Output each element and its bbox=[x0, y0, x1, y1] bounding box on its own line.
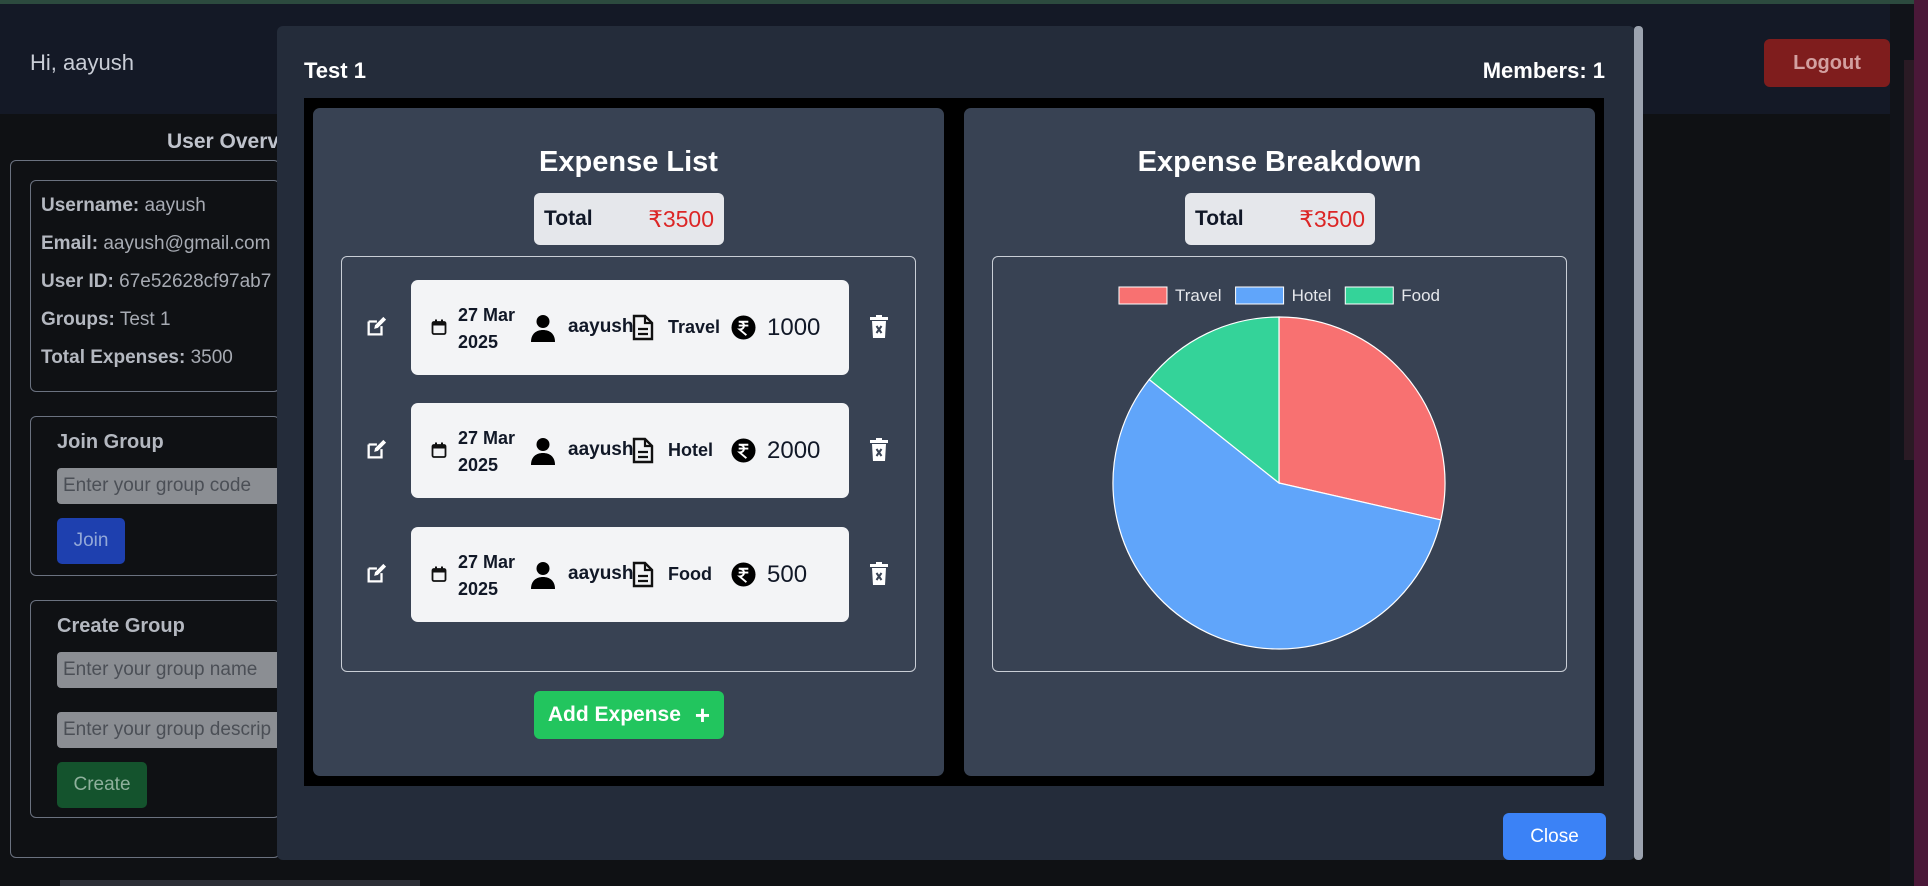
pie-chart-frame: Travel Hotel Food bbox=[992, 256, 1567, 672]
rupee-icon bbox=[731, 562, 756, 587]
join-group-title: Join Group bbox=[57, 431, 164, 453]
expense-date: 27 Mar 2025 bbox=[458, 428, 516, 475]
add-expense-label: Add Expense bbox=[547, 703, 681, 726]
total-label: Total bbox=[544, 207, 593, 230]
create-group-title: Create Group bbox=[57, 615, 185, 637]
expense-card: 27 Mar 2025 aayush Food 500 bbox=[411, 527, 849, 622]
edit-icon[interactable] bbox=[365, 563, 387, 585]
delete-icon[interactable] bbox=[869, 562, 889, 586]
expense-breakdown-panel: Expense Breakdown Total ₹3500 Travel Hote… bbox=[964, 108, 1595, 776]
expense-list-total: Total ₹3500 bbox=[534, 193, 724, 245]
add-expense-button[interactable]: Add Expense + bbox=[534, 691, 724, 739]
modal-scrollbar[interactable] bbox=[1634, 26, 1643, 860]
expense-list-title: Expense List bbox=[539, 146, 718, 178]
group-name-input[interactable] bbox=[57, 652, 279, 688]
legend-swatch-travel[interactable] bbox=[1118, 286, 1168, 305]
side-decoration-inner bbox=[1904, 60, 1914, 460]
user-info-box: Username: aayush Email: aayush@gmail.com… bbox=[30, 180, 280, 392]
rupee-icon bbox=[731, 315, 756, 340]
expense-date: 27 Mar 2025 bbox=[458, 305, 516, 352]
legend-swatch-hotel[interactable] bbox=[1235, 286, 1285, 305]
user-overview-title: User Overv bbox=[167, 130, 280, 153]
calendar-icon bbox=[431, 442, 447, 458]
expense-category: Travel bbox=[668, 317, 721, 337]
group-code-input[interactable] bbox=[57, 468, 279, 504]
group-description-input[interactable] bbox=[57, 712, 279, 748]
info-user-id: User ID: 67e52628cf97ab7 bbox=[41, 271, 272, 292]
expense-row: 27 Mar 2025 aayush Food 500 bbox=[342, 527, 915, 622]
total-value: ₹3500 bbox=[1299, 205, 1365, 232]
rupee-icon bbox=[731, 438, 756, 463]
join-button[interactable]: Join bbox=[57, 518, 125, 564]
join-group-card: Join Group Join bbox=[30, 416, 280, 576]
expense-list-frame: 27 Mar 2025 aayush Travel 1000 27 Mar 20… bbox=[341, 256, 916, 672]
expense-category: Food bbox=[668, 564, 712, 584]
legend-label-hotel[interactable]: Hotel bbox=[1292, 286, 1332, 305]
legend-label-food[interactable]: Food bbox=[1401, 286, 1440, 305]
calendar-icon bbox=[431, 319, 447, 335]
expense-date: 27 Mar 2025 bbox=[458, 552, 516, 599]
plus-icon: + bbox=[694, 700, 711, 730]
edit-icon[interactable] bbox=[365, 316, 387, 338]
bottom-scrollbar[interactable] bbox=[60, 880, 420, 886]
group-modal: Test 1 Members: 1 Expense List Total ₹35… bbox=[277, 26, 1635, 860]
expense-amount: 1000 bbox=[767, 314, 821, 341]
expense-amount: 500 bbox=[767, 561, 808, 588]
create-button[interactable]: Create bbox=[57, 762, 147, 808]
user-icon bbox=[531, 315, 555, 342]
side-decoration bbox=[1914, 0, 1928, 886]
breakdown-total: Total ₹3500 bbox=[1185, 193, 1375, 245]
info-username: Username: aayush bbox=[41, 195, 206, 216]
modal-group-name: Test 1 bbox=[304, 58, 366, 83]
edit-icon[interactable] bbox=[365, 439, 387, 461]
expense-user: aayush bbox=[568, 316, 634, 337]
close-button[interactable]: Close bbox=[1503, 813, 1606, 860]
info-groups: Groups: Test 1 bbox=[41, 309, 171, 330]
greeting-text: Hi, aayush bbox=[30, 50, 134, 75]
expense-user: aayush bbox=[568, 563, 634, 584]
calendar-icon bbox=[431, 566, 447, 582]
legend-label-travel[interactable]: Travel bbox=[1175, 286, 1222, 305]
logout-button[interactable]: Logout bbox=[1764, 39, 1890, 87]
document-icon bbox=[632, 314, 654, 341]
user-icon bbox=[531, 438, 555, 465]
expense-row: 27 Mar 2025 aayush Travel 1000 bbox=[342, 280, 915, 375]
user-icon bbox=[531, 562, 555, 589]
document-icon bbox=[632, 561, 654, 588]
expense-breakdown-title: Expense Breakdown bbox=[1137, 146, 1422, 178]
info-total-expenses: Total Expenses: 3500 bbox=[41, 347, 233, 368]
expense-row: 27 Mar 2025 aayush Hotel 2000 bbox=[342, 403, 915, 498]
total-label: Total bbox=[1195, 207, 1244, 230]
pie-chart: Travel Hotel Food bbox=[1112, 286, 1446, 650]
expense-user: aayush bbox=[568, 439, 634, 460]
expense-card: 27 Mar 2025 aayush Hotel 2000 bbox=[411, 403, 849, 498]
info-email: Email: aayush@gmail.com bbox=[41, 233, 271, 254]
modal-members-count: Members: 1 bbox=[1482, 58, 1605, 83]
document-icon bbox=[632, 437, 654, 464]
create-group-card: Create Group Create bbox=[30, 600, 280, 818]
expense-card: 27 Mar 2025 aayush Travel 1000 bbox=[411, 280, 849, 375]
legend-swatch-food[interactable] bbox=[1344, 286, 1394, 305]
expense-list-panel: Expense List Total ₹3500 27 Mar 2025 aayu… bbox=[313, 108, 944, 776]
modal-body: Expense List Total ₹3500 27 Mar 2025 aayu… bbox=[304, 98, 1604, 786]
total-value: ₹3500 bbox=[648, 205, 714, 232]
delete-icon[interactable] bbox=[869, 438, 889, 462]
expense-category: Hotel bbox=[668, 440, 713, 460]
expense-amount: 2000 bbox=[767, 437, 821, 464]
delete-icon[interactable] bbox=[869, 315, 889, 339]
